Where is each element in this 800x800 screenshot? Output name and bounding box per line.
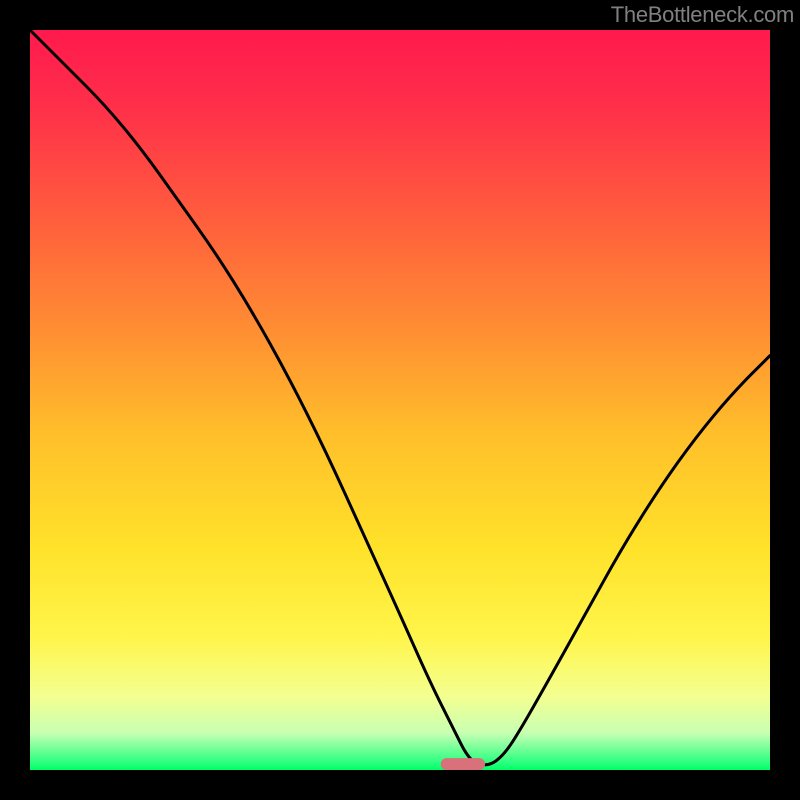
watermark-text: TheBottleneck.com <box>611 2 794 28</box>
gradient-background <box>30 30 770 770</box>
optimal-marker <box>441 758 485 770</box>
bottleneck-plot <box>30 30 770 770</box>
chart-frame: TheBottleneck.com <box>0 0 800 800</box>
